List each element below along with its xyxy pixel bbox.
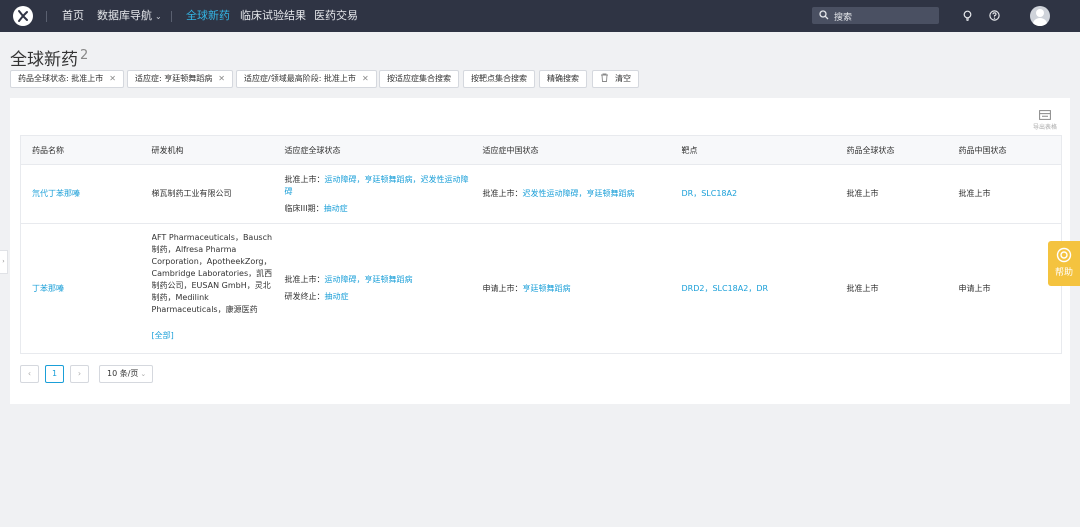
drug-name-link[interactable]: 丁苯那嗪 — [32, 284, 64, 293]
page-title: 全球新药 — [10, 50, 78, 70]
results-card: 导出表格 药品名称 研发机构 适应症全球状态 适应症中国状态 靶点 药品全球状态… — [10, 98, 1070, 404]
status-label: 临床III期： — [284, 203, 324, 213]
column-header[interactable]: 药品中国状态 — [947, 135, 1062, 165]
target-link[interactable]: DR，SLC18A2 — [682, 189, 738, 198]
indication-group: 批准上市：运动障碍，亨廷顿舞蹈病，迟发性运动障碍 — [285, 174, 472, 198]
org-list: AFT Pharmaceuticals，Bausch制药，Alfresa Pha… — [151, 233, 273, 314]
china-status-cell: 批准上市 — [947, 164, 1062, 224]
chevron-down-icon: ⌄ — [155, 12, 162, 21]
export-label: 导出表格 — [1032, 124, 1057, 131]
indication-group: 批准上市：运动障碍，亨廷顿舞蹈病 — [285, 274, 472, 286]
column-header[interactable]: 适应症中国状态 — [471, 135, 671, 165]
page-size-value: 10 条/页 — [107, 369, 139, 378]
china-indication-cell: 申请上市：亨廷顿舞蹈病 — [471, 223, 671, 354]
indication-group: 临床III期：抽动症 — [285, 203, 472, 215]
help-circle-icon[interactable] — [989, 10, 1000, 21]
close-icon[interactable]: ✕ — [362, 74, 369, 83]
table-header-row: 药品名称 研发机构 适应症全球状态 适应症中国状态 靶点 药品全球状态 药品中国… — [20, 135, 1062, 165]
results-table: 药品名称 研发机构 适应症全球状态 适应症中国状态 靶点 药品全球状态 药品中国… — [20, 135, 1062, 354]
target-set-search-button[interactable]: 按靶点集合搜索 — [463, 70, 535, 88]
status-label: 批准上市： — [284, 275, 325, 284]
help-button[interactable]: 帮助 — [1048, 241, 1080, 286]
column-header[interactable]: 靶点 — [670, 135, 836, 165]
status-label: 批准上市： — [482, 189, 523, 198]
org-cell: 梯瓦制药工业有限公司 — [140, 164, 274, 224]
exact-search-button[interactable]: 精确搜索 — [539, 70, 587, 88]
prev-page-button[interactable]: ‹ — [20, 365, 39, 383]
export-icon — [1039, 110, 1051, 120]
filter-label: 药品全球状态: 批准上市 — [18, 74, 104, 83]
global-status-cell: 批准上市 — [835, 223, 948, 354]
next-page-button[interactable]: › — [70, 365, 89, 383]
search-input[interactable]: 搜索 — [812, 7, 939, 24]
nav-clinical-results[interactable]: 临床试验结果 — [240, 9, 306, 23]
indication-link[interactable]: 运动障碍，亨廷顿舞蹈病 — [325, 275, 413, 284]
indication-link[interactable]: 迟发性运动障碍，亨廷顿舞蹈病 — [523, 189, 635, 198]
filter-tag-highest-phase[interactable]: 适应症/领域最高阶段: 批准上市 ✕ — [236, 70, 377, 88]
logo-icon[interactable] — [13, 6, 33, 26]
filter-tag-global-status[interactable]: 药品全球状态: 批准上市 ✕ — [10, 70, 124, 88]
target-link[interactable]: DRD2，SLC18A2，DR — [682, 284, 769, 293]
page-1-button[interactable]: 1 — [45, 365, 64, 383]
nav-database-label: 数据库导航 — [97, 9, 152, 22]
search-icon — [819, 10, 829, 20]
clear-button[interactable]: 清空 — [592, 70, 639, 88]
global-status-cell: 批准上市 — [835, 164, 948, 224]
china-status-cell: 申请上市 — [947, 223, 1062, 354]
page-size-select[interactable]: 10 条/页 ⌄ — [99, 365, 153, 383]
indication-link[interactable]: 抽动症 — [324, 204, 348, 213]
trash-icon — [601, 73, 608, 82]
global-indication-cell: 批准上市：运动障碍，亨廷顿舞蹈病，迟发性运动障碍 临床III期：抽动症 — [273, 164, 472, 224]
indication-link[interactable]: 亨廷顿舞蹈病 — [523, 284, 571, 293]
export-table-button[interactable]: 导出表格 — [1030, 110, 1060, 131]
table-row: 氘代丁苯那嗪 梯瓦制药工业有限公司 批准上市：运动障碍，亨廷顿舞蹈病，迟发性运动… — [20, 164, 1062, 224]
filter-label: 适应症: 亨廷顿舞蹈病 — [135, 74, 213, 83]
status-label: 申请上市： — [482, 283, 523, 293]
china-indication-cell: 批准上市：迟发性运动障碍，亨廷顿舞蹈病 — [471, 164, 671, 224]
close-icon[interactable]: ✕ — [109, 74, 116, 83]
help-icon — [1056, 247, 1072, 263]
column-header[interactable]: 药品名称 — [20, 135, 141, 165]
indication-set-search-button[interactable]: 按适应症集合搜索 — [379, 70, 459, 88]
nav-divider — [171, 11, 172, 22]
column-header[interactable]: 适应症全球状态 — [273, 135, 472, 165]
filter-label: 适应症/领域最高阶段: 批准上市 — [244, 74, 356, 83]
result-count: 2 — [80, 48, 89, 63]
nav-database[interactable]: 数据库导航 ⌄ — [97, 9, 162, 24]
sidebar-toggle[interactable]: › — [0, 250, 8, 274]
drug-name-link[interactable]: 氘代丁苯那嗪 — [32, 189, 80, 198]
help-label: 帮助 — [1054, 268, 1073, 278]
status-label: 批准上市： — [284, 174, 325, 184]
nav-divider — [46, 11, 47, 22]
show-all-link[interactable]: [全部] — [152, 330, 274, 342]
org-cell: AFT Pharmaceuticals，Bausch制药，Alfresa Pha… — [140, 223, 274, 354]
clear-label: 清空 — [615, 74, 631, 83]
nav-global-new-drugs[interactable]: 全球新药 — [186, 9, 230, 23]
bulb-icon[interactable] — [962, 10, 973, 21]
top-navbar: 首页 数据库导航 ⌄ 全球新药 临床试验结果 医药交易 搜索 — [0, 0, 1080, 32]
filter-tag-indication[interactable]: 适应症: 亨廷顿舞蹈病 ✕ — [127, 70, 233, 88]
search-placeholder: 搜索 — [834, 13, 853, 23]
table-row: 丁苯那嗪 AFT Pharmaceuticals，Bausch制药，Alfres… — [20, 223, 1062, 354]
indication-link[interactable]: 抽动症 — [325, 292, 349, 301]
status-label: 研发终止： — [284, 292, 325, 301]
avatar[interactable] — [1030, 6, 1050, 26]
nav-home[interactable]: 首页 — [62, 9, 84, 23]
nav-pharma-deals[interactable]: 医药交易 — [314, 9, 358, 23]
global-indication-cell: 批准上市：运动障碍，亨廷顿舞蹈病 研发终止：抽动症 — [273, 223, 472, 354]
indication-group: 研发终止：抽动症 — [285, 291, 472, 303]
column-header[interactable]: 研发机构 — [140, 135, 274, 165]
column-header[interactable]: 药品全球状态 — [835, 135, 948, 165]
chevron-down-icon: ⌄ — [140, 370, 147, 378]
close-icon[interactable]: ✕ — [218, 74, 225, 83]
